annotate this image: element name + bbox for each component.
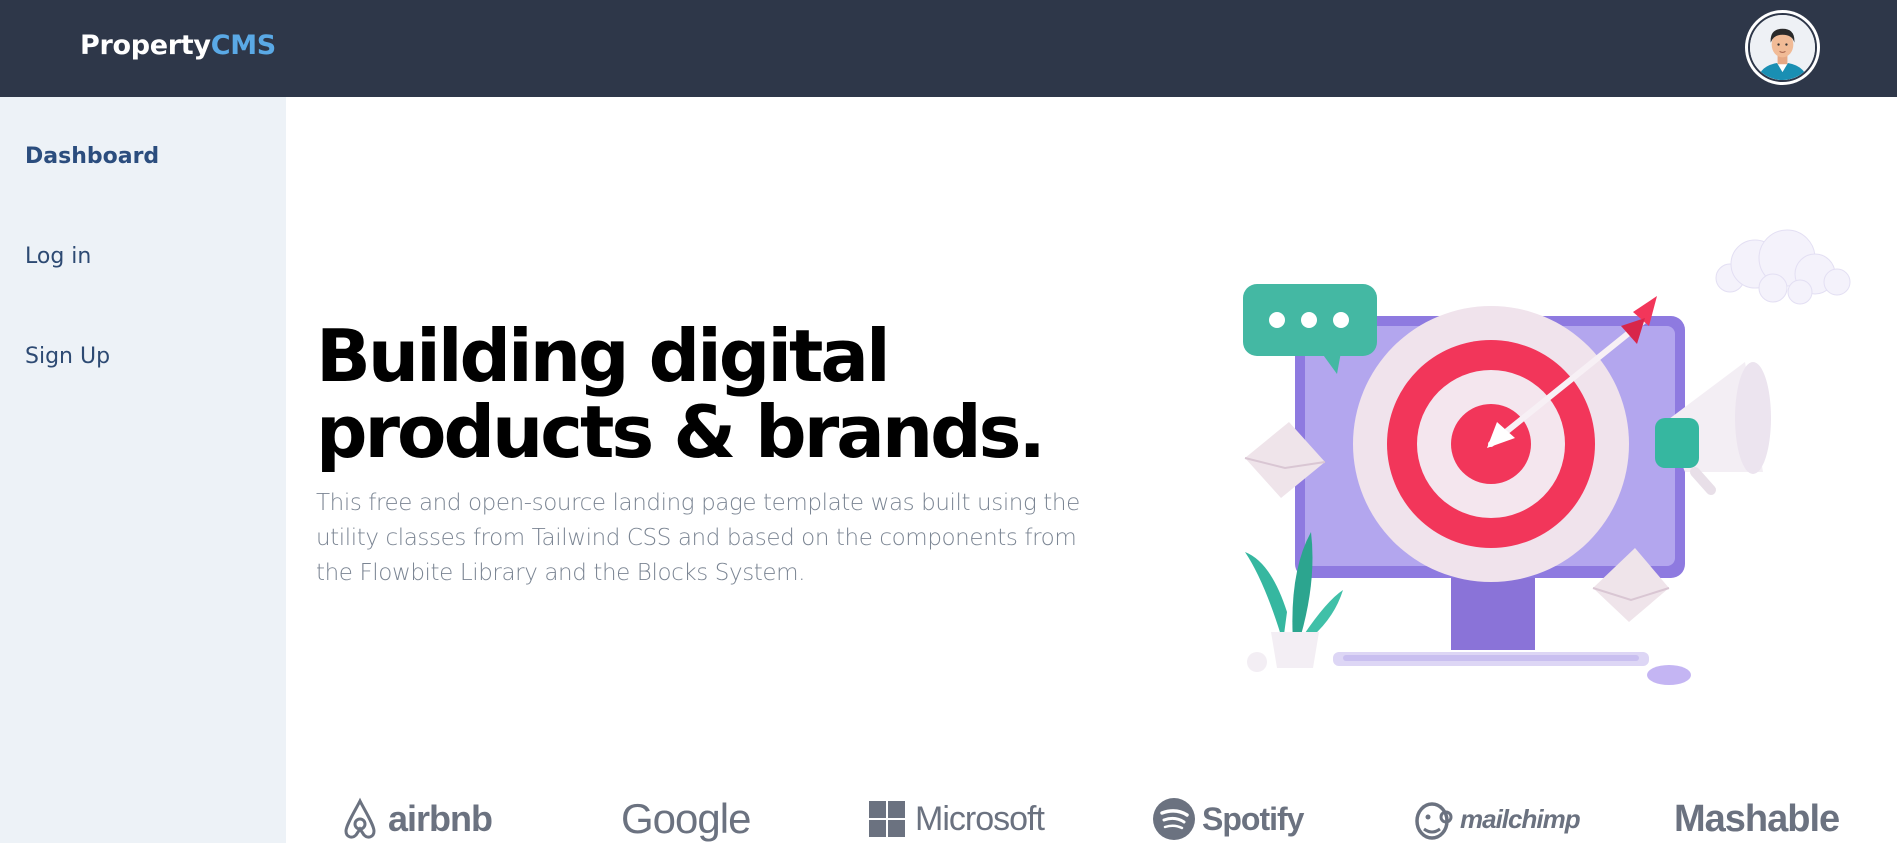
logo-mailchimp-text: mailchimp — [1460, 803, 1581, 834]
avatar-image — [1748, 13, 1817, 82]
partner-logos: airbnb Google Microsoft Spotify mailchim… — [316, 795, 1897, 843]
hero-title: Building digital products & brands. — [316, 318, 1056, 470]
logo-mailchimp[interactable]: mailchimp — [1412, 795, 1581, 843]
cloud-icon — [1715, 229, 1851, 305]
logo-spotify-text: Spotify — [1202, 800, 1304, 837]
logo-spotify[interactable]: Spotify — [1152, 795, 1304, 843]
hero-title-line-1: Building digital — [316, 314, 891, 398]
logo-airbnb[interactable]: airbnb — [338, 795, 493, 843]
logo-mashable-text: Mashable — [1674, 797, 1840, 840]
brand-name: Property — [80, 30, 211, 61]
logo-google-text: Google — [621, 795, 751, 842]
microsoft-icon — [869, 801, 905, 837]
logo-google[interactable]: Google — [621, 795, 751, 843]
brand-name-accent: CMS — [210, 30, 277, 61]
logo-airbnb-text: airbnb — [388, 798, 493, 839]
airbnb-icon — [344, 797, 376, 839]
logo-microsoft-text: Microsoft — [915, 799, 1045, 838]
brand-logo[interactable]: PropertyCMS — [80, 30, 276, 61]
sidebar-item-sign-up[interactable]: Sign Up — [25, 344, 110, 369]
spotify-icon — [1153, 798, 1195, 840]
user-avatar[interactable] — [1745, 10, 1820, 85]
sidebar-item-log-in[interactable]: Log in — [25, 244, 91, 269]
sidebar: Dashboard Log in Sign Up — [0, 97, 286, 843]
hero-title-line-2: products & brands. — [316, 390, 1046, 474]
logo-microsoft[interactable]: Microsoft — [869, 795, 1045, 843]
sidebar-item-dashboard[interactable]: Dashboard — [25, 144, 159, 169]
hero-illustration — [1225, 222, 1865, 702]
top-navbar: PropertyCMS — [0, 0, 1897, 97]
hero-description: This free and open-source landing page t… — [316, 490, 1080, 586]
mailchimp-icon — [1415, 802, 1453, 840]
logo-mashable[interactable]: Mashable — [1674, 795, 1840, 843]
